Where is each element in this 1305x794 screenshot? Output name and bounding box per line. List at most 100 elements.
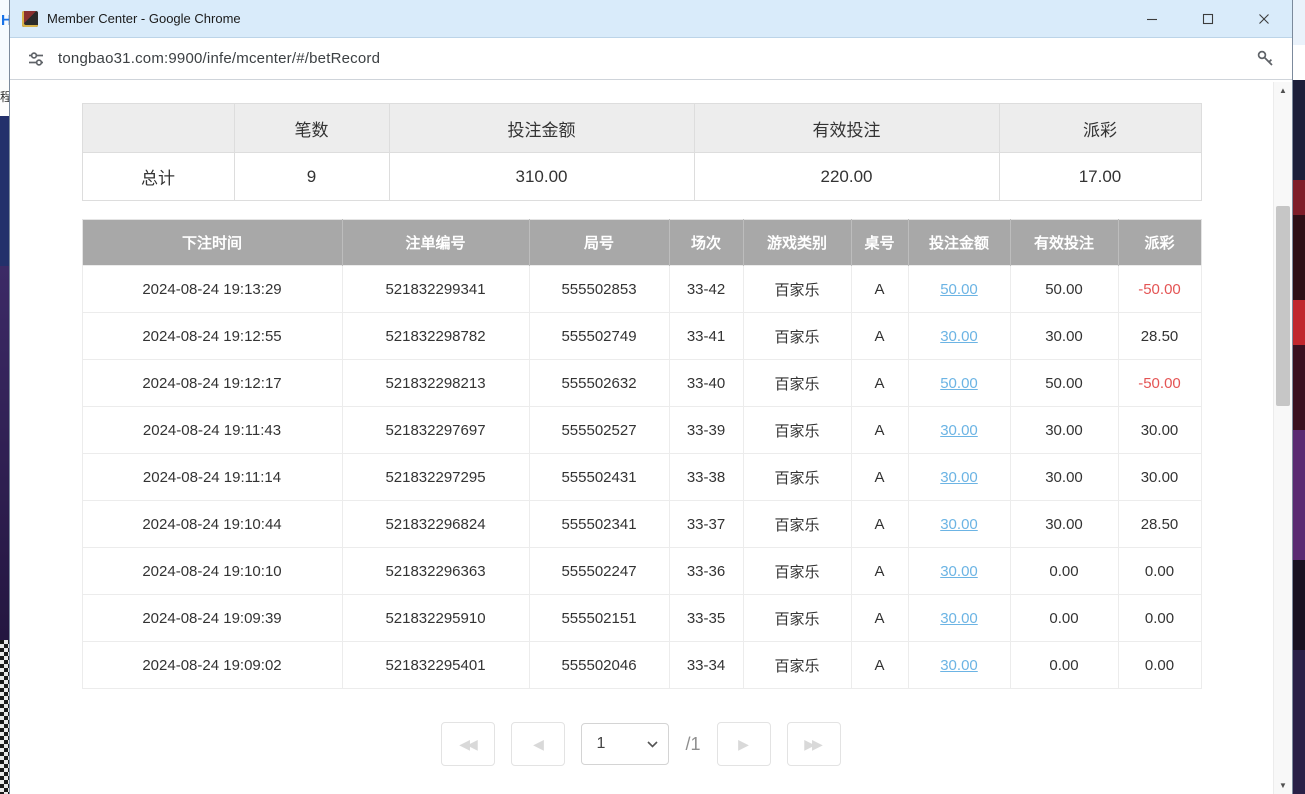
header-round-number: 局号 xyxy=(529,220,669,266)
table-number-cell: A xyxy=(851,501,908,548)
bet-amount-cell: 30.00 xyxy=(908,548,1010,595)
page-scrollbar[interactable]: ▲ ▼ xyxy=(1273,82,1292,794)
bet-time-cell: 2024-08-24 19:10:44 xyxy=(82,501,342,548)
payout-cell: 30.00 xyxy=(1118,454,1201,501)
order-number-cell: 521832297697 xyxy=(342,407,529,454)
background-segment xyxy=(1292,215,1305,300)
close-button[interactable] xyxy=(1236,0,1292,38)
bet-time-cell: 2024-08-24 19:12:17 xyxy=(82,360,342,407)
bet-amount-link[interactable]: 50.00 xyxy=(940,375,978,392)
next-page-button[interactable]: ▶ xyxy=(717,722,771,766)
summary-header-count: 笔数 xyxy=(234,104,389,153)
session-cell: 33-42 xyxy=(669,266,743,313)
round-number-cell: 555502247 xyxy=(529,548,669,595)
minimize-icon xyxy=(1146,13,1158,25)
header-bet-time: 下注时间 xyxy=(82,220,342,266)
table-row: 2024-08-24 19:13:29521832299341555502853… xyxy=(82,266,1201,313)
page-select[interactable]: 1 xyxy=(581,723,669,765)
bet-amount-cell: 30.00 xyxy=(908,595,1010,642)
table-row: 2024-08-24 19:11:14521832297295555502431… xyxy=(82,454,1201,501)
bet-time-cell: 2024-08-24 19:10:10 xyxy=(82,548,342,595)
round-number-cell: 555502151 xyxy=(529,595,669,642)
bet-amount-cell: 30.00 xyxy=(908,407,1010,454)
round-number-cell: 555502431 xyxy=(529,454,669,501)
round-number-cell: 555502046 xyxy=(529,642,669,689)
session-cell: 33-34 xyxy=(669,642,743,689)
bet-amount-link[interactable]: 30.00 xyxy=(940,563,978,580)
header-order-number: 注单编号 xyxy=(342,220,529,266)
background-segment xyxy=(1292,0,1305,45)
game-type-cell: 百家乐 xyxy=(743,360,851,407)
address-bar: tongbao31.com:9900/infe/mcenter/#/betRec… xyxy=(10,38,1292,80)
bet-time-cell: 2024-08-24 19:11:14 xyxy=(82,454,342,501)
header-table-number: 桌号 xyxy=(851,220,908,266)
site-favicon-icon xyxy=(22,11,38,27)
prev-page-icon: ◀ xyxy=(533,736,544,753)
bet-time-cell: 2024-08-24 19:09:02 xyxy=(82,642,342,689)
header-session: 场次 xyxy=(669,220,743,266)
password-key-icon[interactable] xyxy=(1255,48,1276,69)
window-controls xyxy=(1124,0,1292,38)
bet-amount-cell: 30.00 xyxy=(908,454,1010,501)
round-number-cell: 555502853 xyxy=(529,266,669,313)
payout-cell: 30.00 xyxy=(1118,407,1201,454)
bet-amount-link[interactable]: 30.00 xyxy=(940,610,978,627)
bet-amount-cell: 30.00 xyxy=(908,313,1010,360)
session-cell: 33-39 xyxy=(669,407,743,454)
session-cell: 33-36 xyxy=(669,548,743,595)
scrollbar-thumb[interactable] xyxy=(1276,206,1290,406)
last-page-icon: ▶▶ xyxy=(804,736,823,753)
page-area: 笔数 投注金额 有效投注 派彩 总计 9 310.00 220. xyxy=(10,81,1272,794)
bet-amount-link[interactable]: 30.00 xyxy=(940,422,978,439)
last-page-button[interactable]: ▶▶ xyxy=(787,722,841,766)
table-number-cell: A xyxy=(851,548,908,595)
bet-amount-cell: 30.00 xyxy=(908,642,1010,689)
url-text[interactable]: tongbao31.com:9900/infe/mcenter/#/betRec… xyxy=(58,50,1243,67)
background-segment xyxy=(1292,45,1305,80)
site-info-icon[interactable] xyxy=(26,49,46,69)
game-type-cell: 百家乐 xyxy=(743,642,851,689)
minimize-button[interactable] xyxy=(1124,0,1180,38)
bet-time-cell: 2024-08-24 19:11:43 xyxy=(82,407,342,454)
summary-total-payout: 17.00 xyxy=(999,153,1201,201)
session-cell: 33-37 xyxy=(669,501,743,548)
valid-bet-cell: 50.00 xyxy=(1010,360,1118,407)
table-number-cell: A xyxy=(851,313,908,360)
desktop-background: H 程 Member Center - Google Chrome xyxy=(0,0,1305,794)
payout-cell: 0.00 xyxy=(1118,642,1201,689)
header-payout: 派彩 xyxy=(1118,220,1201,266)
background-qr-pattern xyxy=(0,640,10,794)
bet-amount-link[interactable]: 30.00 xyxy=(940,516,978,533)
maximize-button[interactable] xyxy=(1180,0,1236,38)
game-type-cell: 百家乐 xyxy=(743,595,851,642)
page-content: 笔数 投注金额 有效投注 派彩 总计 9 310.00 220. xyxy=(10,81,1292,794)
bet-amount-link[interactable]: 50.00 xyxy=(940,281,978,298)
window-titlebar[interactable]: Member Center - Google Chrome xyxy=(10,0,1292,38)
order-number-cell: 521832298213 xyxy=(342,360,529,407)
summary-total-count: 9 xyxy=(234,153,389,201)
first-page-button[interactable]: ◀◀ xyxy=(441,722,495,766)
scrollbar-down-arrow-icon[interactable]: ▼ xyxy=(1274,777,1292,794)
bet-amount-link[interactable]: 30.00 xyxy=(940,657,978,674)
bet-table-body: 2024-08-24 19:13:29521832299341555502853… xyxy=(82,266,1201,689)
table-row: 2024-08-24 19:10:44521832296824555502341… xyxy=(82,501,1201,548)
prev-page-button[interactable]: ◀ xyxy=(511,722,565,766)
table-row: 2024-08-24 19:09:02521832295401555502046… xyxy=(82,642,1201,689)
order-number-cell: 521832297295 xyxy=(342,454,529,501)
summary-table: 笔数 投注金额 有效投注 派彩 总计 9 310.00 220. xyxy=(82,103,1202,201)
bet-amount-link[interactable]: 30.00 xyxy=(940,469,978,486)
valid-bet-cell: 0.00 xyxy=(1010,642,1118,689)
bet-record-table: 下注时间 注单编号 局号 场次 游戏类别 桌号 投注金额 有效投注 派彩 xyxy=(82,219,1202,689)
background-segment xyxy=(1292,430,1305,560)
background-text-fragment: 程 xyxy=(0,88,10,105)
round-number-cell: 555502749 xyxy=(529,313,669,360)
order-number-cell: 521832296363 xyxy=(342,548,529,595)
game-type-cell: 百家乐 xyxy=(743,313,851,360)
summary-total-row: 总计 9 310.00 220.00 17.00 xyxy=(82,153,1201,201)
background-right-strip xyxy=(1292,0,1305,794)
background-segment xyxy=(0,266,10,640)
first-page-icon: ◀◀ xyxy=(459,736,478,753)
payout-cell: 0.00 xyxy=(1118,548,1201,595)
bet-amount-link[interactable]: 30.00 xyxy=(940,328,978,345)
scrollbar-up-arrow-icon[interactable]: ▲ xyxy=(1274,82,1292,99)
